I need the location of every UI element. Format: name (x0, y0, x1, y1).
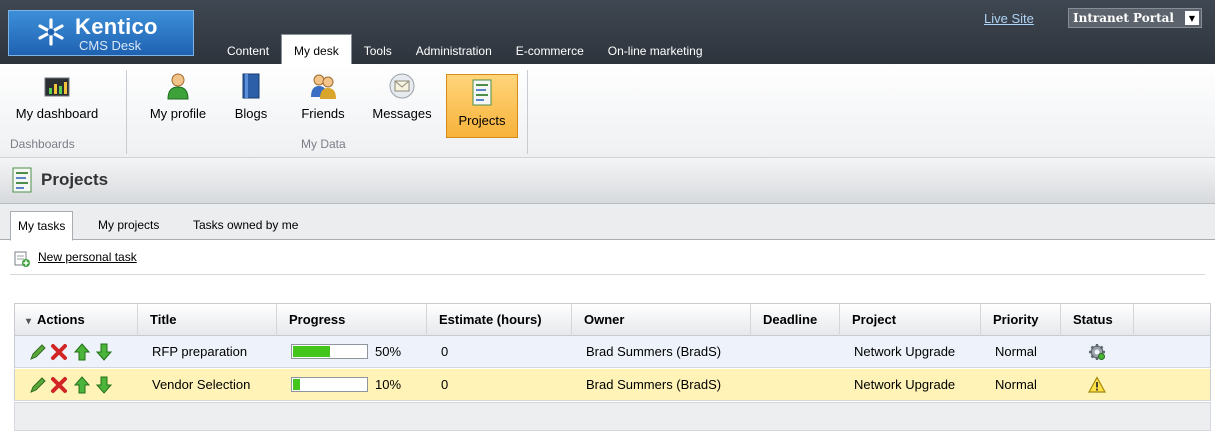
column-header-estimate[interactable]: Estimate (hours) (428, 304, 572, 336)
task-title: RFP preparation (152, 344, 248, 359)
page-title: Projects (41, 170, 109, 189)
ribbon-group-my-data: My Data (301, 137, 346, 151)
priority-value: Normal (995, 377, 1037, 392)
ribbon-divider (527, 70, 528, 154)
book-icon (242, 73, 260, 99)
project-value: Network Upgrade (854, 377, 956, 392)
main-tabs: Content My desk Tools Administration E-c… (215, 34, 715, 64)
page-title-bar: Projects (0, 158, 1215, 204)
progress-bar (291, 344, 368, 359)
column-header-actions[interactable]: ▾ Actions (15, 304, 138, 336)
tab-online-marketing[interactable]: On-line marketing (596, 34, 715, 64)
progress-text: 10% (375, 377, 402, 392)
top-header: Kentico CMS Desk Content My desk Tools A… (0, 0, 1215, 64)
column-header-progress[interactable]: Progress (278, 304, 427, 336)
friends-icon (311, 74, 336, 99)
deadline-value (752, 369, 765, 400)
friends-label: Friends (301, 106, 345, 121)
ribbon-toolbar: My dashboard Dashboards My profile Blogs… (0, 64, 1215, 158)
owner-value: Brad Summers (BradS) (586, 377, 722, 392)
site-selector[interactable]: Intranet Portal ▼ (1068, 8, 1202, 28)
live-site-link[interactable]: Live Site (984, 11, 1034, 26)
column-header-owner[interactable]: Owner (573, 304, 751, 336)
my-dashboard-label: My dashboard (15, 106, 99, 121)
projects-icon (472, 79, 492, 106)
projects-button[interactable]: Projects (446, 74, 518, 138)
move-up-icon[interactable] (73, 376, 91, 394)
tab-my-projects[interactable]: My projects (91, 211, 166, 240)
kentico-snowflake-icon (38, 18, 64, 46)
blogs-label: Blogs (234, 106, 268, 121)
warning-icon (1088, 376, 1106, 393)
tab-my-desk[interactable]: My desk (281, 34, 352, 64)
my-profile-label: My profile (149, 106, 207, 121)
column-header-deadline[interactable]: Deadline (752, 304, 840, 336)
user-icon (167, 73, 189, 100)
tab-tools[interactable]: Tools (352, 34, 404, 64)
dashboard-chart-icon (44, 77, 70, 97)
delete-icon[interactable] (50, 343, 68, 361)
tab-my-tasks[interactable]: My tasks (10, 211, 74, 241)
column-header-project[interactable]: Project (841, 304, 981, 336)
deadline-value (752, 336, 765, 367)
grid-header: ▾ Actions Title Progress Estimate (hours)… (14, 303, 1211, 336)
tab-administration[interactable]: Administration (404, 34, 504, 64)
projects-icon (12, 167, 32, 193)
new-personal-task-label: New personal task (38, 250, 137, 264)
move-down-icon[interactable] (95, 343, 113, 361)
ribbon-divider (126, 70, 127, 154)
messages-label: Messages (372, 106, 432, 121)
progress-bar (291, 377, 368, 392)
column-header-title[interactable]: Title (139, 304, 277, 336)
column-header-priority[interactable]: Priority (982, 304, 1061, 336)
edit-pencil-icon[interactable] (29, 376, 47, 394)
gear-status-icon (1089, 344, 1105, 360)
progress-bar-fill (293, 346, 330, 357)
kentico-logo[interactable]: Kentico CMS Desk (8, 10, 194, 56)
grid-footer (14, 402, 1211, 431)
move-down-icon[interactable] (95, 376, 113, 394)
edit-pencil-icon[interactable] (29, 343, 47, 361)
site-selector-value: Intranet Portal (1073, 11, 1174, 25)
estimate-value: 0 (441, 377, 449, 392)
delete-icon[interactable] (50, 376, 68, 394)
sort-icon: ▾ (26, 316, 32, 327)
messages-button[interactable]: Messages (366, 72, 438, 130)
logo-brand-text: Kentico (75, 14, 158, 39)
table-row[interactable]: RFP preparation 50% 0 Brad Summers (Brad… (14, 336, 1211, 368)
logo-subtitle: CMS Desk (79, 38, 142, 53)
column-header-status[interactable]: Status (1062, 304, 1134, 336)
tab-e-commerce[interactable]: E-commerce (504, 34, 596, 64)
projects-label: Projects (458, 113, 506, 128)
tab-content[interactable]: Content (215, 34, 281, 64)
ribbon-group-dashboards: Dashboards (10, 137, 75, 151)
task-title: Vendor Selection (152, 377, 251, 392)
my-dashboard-button[interactable]: My dashboard (4, 72, 110, 130)
friends-button[interactable]: Friends (293, 72, 353, 130)
envelope-icon (389, 73, 415, 99)
tab-tasks-owned-by-me[interactable]: Tasks owned by me (186, 211, 305, 240)
progress-bar-fill (293, 379, 300, 390)
blogs-button[interactable]: Blogs (231, 72, 271, 130)
progress-text: 50% (375, 344, 402, 359)
owner-value: Brad Summers (BradS) (586, 344, 722, 359)
chevron-down-icon[interactable]: ▼ (1185, 11, 1199, 25)
table-row[interactable]: Vendor Selection 10% 0 Brad Summers (Bra… (14, 369, 1211, 401)
priority-value: Normal (995, 344, 1037, 359)
my-profile-button[interactable]: My profile (141, 72, 215, 130)
estimate-value: 0 (441, 344, 449, 359)
project-value: Network Upgrade (854, 344, 956, 359)
move-up-icon[interactable] (73, 343, 91, 361)
sub-tabs: My tasks My projects Tasks owned by me (0, 204, 1215, 241)
add-task-icon (14, 251, 30, 267)
divider (10, 274, 1205, 275)
